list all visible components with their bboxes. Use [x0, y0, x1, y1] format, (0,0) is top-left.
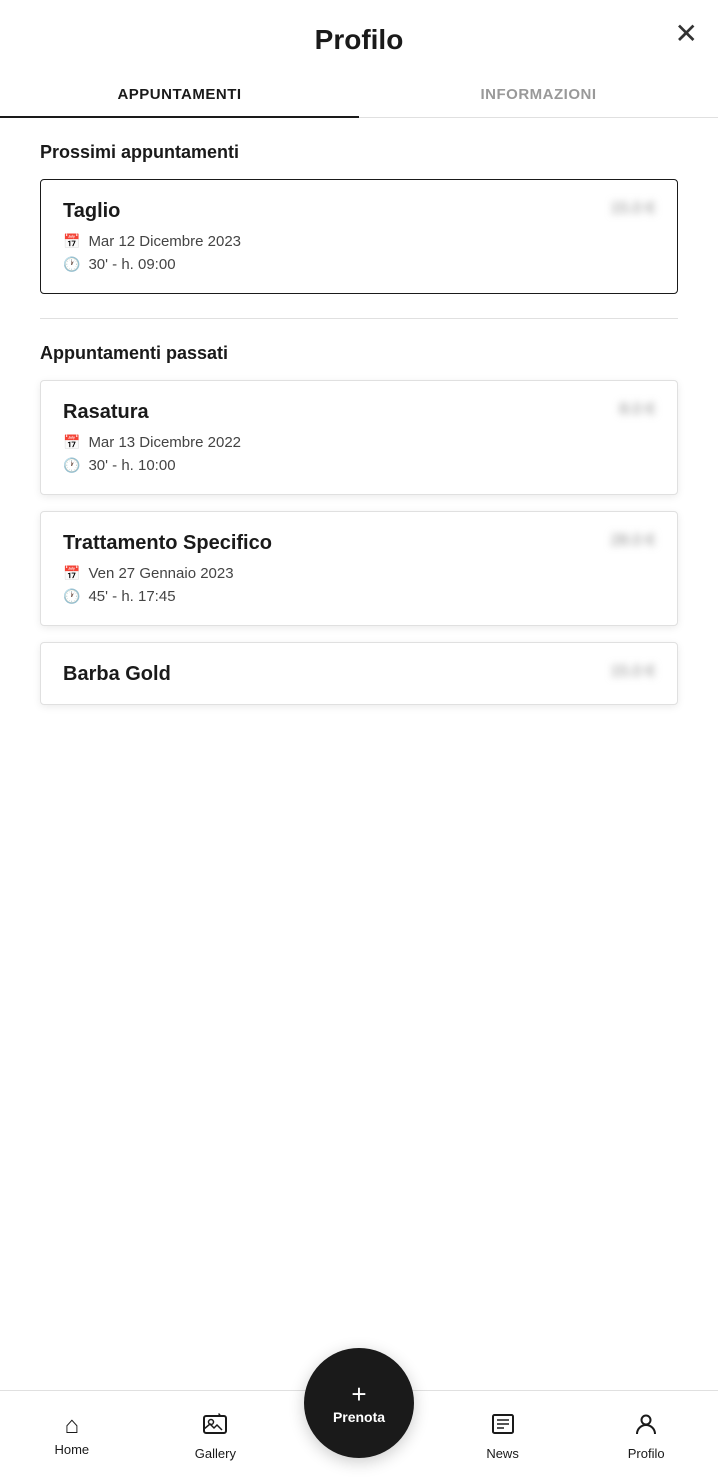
appointment-name: Taglio — [63, 200, 120, 223]
section-divider — [40, 318, 678, 319]
past-appointment-date-1: 📅 Mar 13 Dicembre 2022 — [63, 434, 655, 451]
prenota-button[interactable]: + Prenota — [304, 1348, 414, 1458]
upcoming-appointment-card[interactable]: Taglio 15.0 € 📅 Mar 12 Dicembre 2023 🕐 3… — [40, 179, 678, 294]
fab-label: Prenota — [333, 1409, 385, 1425]
appointment-date: 📅 Mar 12 Dicembre 2023 — [63, 233, 655, 250]
main-content: Prossimi appuntamenti Taglio 15.0 € 📅 Ma… — [0, 118, 718, 865]
gallery-icon — [202, 1411, 228, 1442]
past-appointment-price-3: 15.0 € — [611, 663, 655, 681]
past-appointment-card-1[interactable]: Rasatura 8.0 € 📅 Mar 13 Dicembre 2022 🕐 … — [40, 380, 678, 495]
nav-home-label: Home — [54, 1442, 89, 1457]
card-header-2: Trattamento Specifico 28.0 € — [63, 532, 655, 555]
appointment-time: 🕐 30' - h. 09:00 — [63, 256, 655, 273]
past-appointment-name-2: Trattamento Specifico — [63, 532, 272, 555]
past-appointment-name-1: Rasatura — [63, 401, 149, 424]
home-icon: ⌂ — [65, 1414, 80, 1438]
calendar-icon: 📅 — [63, 233, 80, 250]
card-header-3: Barba Gold 15.0 € — [63, 663, 655, 686]
card-header-1: Rasatura 8.0 € — [63, 401, 655, 424]
tabs-container: APPUNTAMENTI INFORMAZIONI — [0, 72, 718, 118]
news-icon — [490, 1411, 516, 1442]
nav-news-label: News — [486, 1446, 519, 1461]
nav-home[interactable]: ⌂ Home — [32, 1414, 112, 1457]
calendar-icon-2: 📅 — [63, 565, 80, 582]
page-title: Profilo — [315, 24, 404, 56]
past-appointment-time-2: 🕐 45' - h. 17:45 — [63, 588, 655, 605]
nav-profilo-label: Profilo — [628, 1446, 665, 1461]
clock-icon: 🕐 — [63, 256, 80, 273]
nav-profilo[interactable]: Profilo — [606, 1411, 686, 1461]
fab-container: + Prenota — [304, 1348, 414, 1458]
close-button[interactable]: ✕ — [675, 20, 698, 48]
past-appointment-price-2: 28.0 € — [611, 532, 655, 550]
tab-appuntamenti[interactable]: APPUNTAMENTI — [0, 72, 359, 117]
tab-informazioni[interactable]: INFORMAZIONI — [359, 72, 718, 117]
nav-news[interactable]: News — [463, 1411, 543, 1461]
clock-icon-2: 🕐 — [63, 588, 80, 605]
past-appointment-price-1: 8.0 € — [619, 401, 655, 419]
fab-plus-icon: + — [351, 1381, 366, 1407]
profile-icon — [633, 1411, 659, 1442]
header: Profilo ✕ — [0, 0, 718, 72]
past-appointment-date-2: 📅 Ven 27 Gennaio 2023 — [63, 565, 655, 582]
nav-gallery-label: Gallery — [195, 1446, 236, 1461]
nav-gallery[interactable]: Gallery — [175, 1411, 255, 1461]
past-appointment-time-1: 🕐 30' - h. 10:00 — [63, 457, 655, 474]
calendar-icon-1: 📅 — [63, 434, 80, 451]
past-section-title: Appuntamenti passati — [40, 343, 678, 364]
past-appointment-name-3: Barba Gold — [63, 663, 171, 686]
upcoming-section-title: Prossimi appuntamenti — [40, 142, 678, 163]
past-appointment-card-3-partial[interactable]: Barba Gold 15.0 € — [40, 642, 678, 705]
past-appointment-card-2[interactable]: Trattamento Specifico 28.0 € 📅 Ven 27 Ge… — [40, 511, 678, 626]
appointment-price: 15.0 € — [611, 200, 655, 218]
clock-icon-1: 🕐 — [63, 457, 80, 474]
card-header: Taglio 15.0 € — [63, 200, 655, 223]
